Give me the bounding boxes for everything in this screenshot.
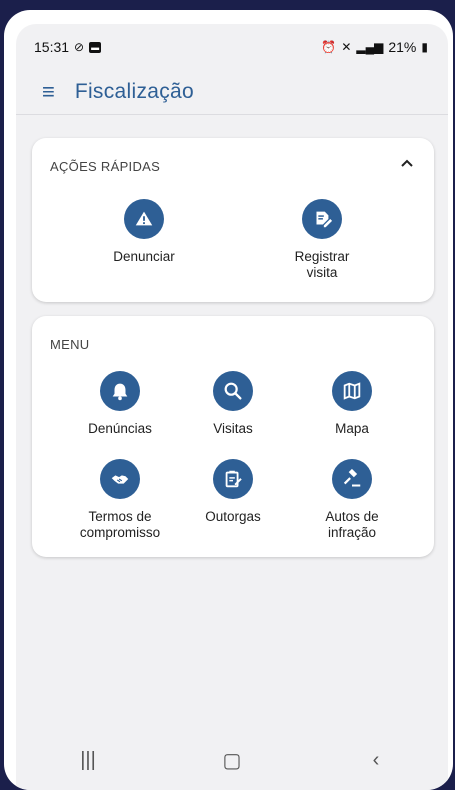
- system-nav-bar: ||| ▢ ‹: [16, 730, 448, 790]
- denuncias-button[interactable]: Denúncias: [55, 371, 185, 437]
- status-left: 15:31 ⊘ ▬: [34, 39, 102, 55]
- denunciar-button[interactable]: Denunciar: [79, 199, 209, 265]
- page-title: Fiscalização: [74, 80, 194, 103]
- visitas-label: Visitas: [213, 421, 253, 436]
- phone-frame: 15:31 ⊘ ▬ ⏰ ✕ ▂▄▆ 21% ▮ ≡ Fiscalização A…: [4, 10, 453, 790]
- menu-card: MENU Denúncias Visitas Mapa Termos de co…: [32, 316, 434, 557]
- signal-icon: ▂▄▆: [356, 40, 384, 54]
- clipboard-icon: [213, 459, 253, 499]
- notification-icon: ⊘: [74, 40, 85, 54]
- denuncias-label: Denúncias: [88, 421, 152, 436]
- autos-infracao-label: Autos de infração: [325, 509, 379, 540]
- mapa-label: Mapa: [335, 421, 369, 436]
- visitas-button[interactable]: Visitas: [168, 371, 298, 437]
- status-bar: 15:31 ⊘ ▬ ⏰ ✕ ▂▄▆ 21% ▮: [16, 24, 448, 70]
- app-bar: ≡ Fiscalização: [16, 70, 448, 115]
- edit-document-icon: [302, 199, 342, 239]
- outorgas-label: Outorgas: [205, 509, 261, 524]
- termos-compromisso-label: Termos de compromisso: [79, 509, 161, 540]
- termos-compromisso-button[interactable]: Termos de compromisso: [55, 459, 185, 541]
- app-notification-icon: ▬: [89, 41, 102, 53]
- outorgas-button[interactable]: Outorgas: [168, 459, 298, 525]
- battery-icon: ▮: [421, 40, 428, 54]
- home-icon[interactable]: ▢: [202, 748, 262, 773]
- mapa-button[interactable]: Mapa: [287, 371, 417, 437]
- map-icon: [332, 371, 372, 411]
- chevron-up-icon[interactable]: [398, 156, 416, 170]
- alarm-icon: ⏰: [321, 40, 337, 54]
- registrar-visita-label: Registrar visita: [294, 249, 350, 280]
- hamburger-menu-icon[interactable]: ≡: [42, 81, 55, 103]
- bell-icon: [100, 371, 140, 411]
- handshake-icon: [100, 459, 140, 499]
- quick-actions-title: AÇÕES RÁPIDAS: [50, 159, 161, 174]
- recent-apps-icon[interactable]: |||: [58, 749, 118, 772]
- back-icon[interactable]: ‹: [346, 749, 406, 772]
- menu-title: MENU: [50, 337, 90, 352]
- search-icon: [213, 371, 253, 411]
- quick-actions-card: AÇÕES RÁPIDAS Denunciar Registrar visita: [32, 138, 434, 302]
- status-time: 15:31: [34, 39, 70, 55]
- denunciar-label: Denunciar: [113, 249, 175, 264]
- app-screen: 15:31 ⊘ ▬ ⏰ ✕ ▂▄▆ 21% ▮ ≡ Fiscalização A…: [16, 24, 448, 790]
- status-right: ⏰ ✕ ▂▄▆ 21% ▮: [321, 39, 428, 55]
- warning-icon: [124, 199, 164, 239]
- gavel-icon: [332, 459, 372, 499]
- mute-icon: ✕: [341, 40, 352, 54]
- battery-percent: 21%: [388, 39, 417, 55]
- autos-infracao-button[interactable]: Autos de infração: [287, 459, 417, 541]
- registrar-visita-button[interactable]: Registrar visita: [257, 199, 387, 281]
